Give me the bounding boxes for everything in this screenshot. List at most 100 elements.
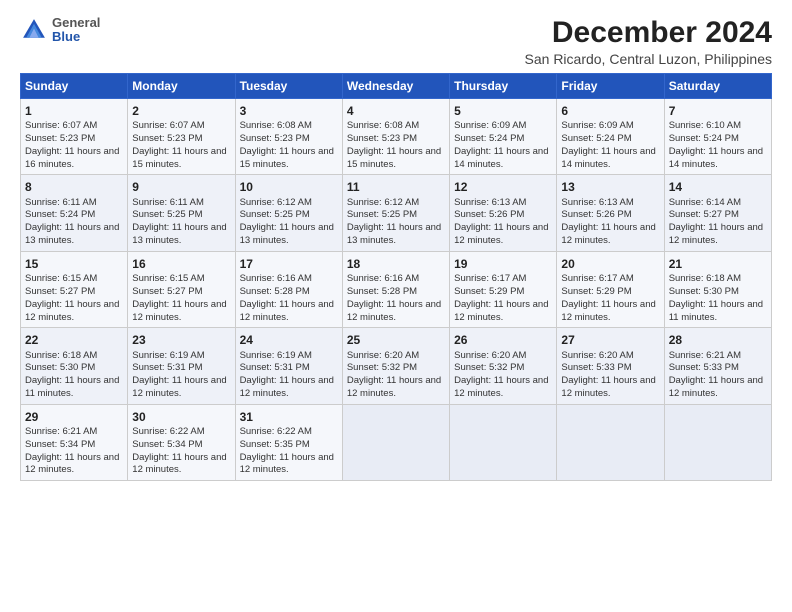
day-info: Sunset: 5:35 PM [240,439,338,452]
page: General Blue December 2024 San Ricardo, … [0,0,792,612]
table-row: 15Sunrise: 6:15 AMSunset: 5:27 PMDayligh… [21,251,128,327]
day-info: Daylight: 11 hours and 12 minutes. [561,299,659,325]
day-info: Sunset: 5:34 PM [25,439,123,452]
day-number: 12 [454,179,552,195]
day-info: Sunrise: 6:13 AM [561,197,659,210]
table-row: 17Sunrise: 6:16 AMSunset: 5:28 PMDayligh… [235,251,342,327]
calendar-week-2: 8 Sunrise: 6:11 AMSunset: 5:24 PM Daylight… [21,175,772,251]
day-number: 15 [25,256,123,272]
day-number: 14 [669,179,767,195]
day-number: 8 [25,179,123,195]
day-info: Sunset: 5:26 PM [561,209,659,222]
day-info: Sunrise: 6:12 AM [347,197,445,210]
day-info: Daylight: 11 hours and 12 minutes. [25,452,123,478]
day-info: Sunrise: 6:07 AM [25,120,123,133]
header: General Blue December 2024 San Ricardo, … [20,16,772,67]
day-number: 17 [240,256,338,272]
table-row: 8Sunrise: 6:11 AMSunset: 5:24 PMDaylight… [21,175,128,251]
day-number: 29 [25,409,123,425]
day-info: Sunset: 5:24 PM [561,133,659,146]
day-info: Sunset: 5:23 PM [347,133,445,146]
day-number: 20 [561,256,659,272]
day-number: 4 [347,103,445,119]
day-info: Daylight: 11 hours and 12 minutes. [454,222,552,248]
day-info: Sunrise: 6:20 AM [454,350,552,363]
day-info: Sunset: 5:23 PM [25,133,123,146]
col-monday: Monday [128,74,235,99]
day-info: Daylight: 11 hours and 12 minutes. [132,452,230,478]
day-info: Daylight: 11 hours and 16 minutes. [25,146,123,172]
day-info: Sunset: 5:27 PM [132,286,230,299]
col-wednesday: Wednesday [342,74,449,99]
day-info: Sunrise: 6:22 AM [240,426,338,439]
day-info: Sunset: 5:24 PM [454,133,552,146]
day-info: Sunset: 5:23 PM [132,133,230,146]
day-number: 28 [669,332,767,348]
day-number: 26 [454,332,552,348]
table-row: 30Sunrise: 6:22 AMSunset: 5:34 PMDayligh… [128,404,235,480]
day-info: Daylight: 11 hours and 12 minutes. [25,299,123,325]
day-info: Sunrise: 6:20 AM [347,350,445,363]
day-info: Sunset: 5:30 PM [25,362,123,375]
table-row: 23Sunrise: 6:19 AMSunset: 5:31 PMDayligh… [128,328,235,404]
day-info: Daylight: 11 hours and 12 minutes. [669,375,767,401]
day-info: Sunset: 5:23 PM [240,133,338,146]
calendar-week-4: 22Sunrise: 6:18 AMSunset: 5:30 PMDayligh… [21,328,772,404]
calendar-table: Sunday Monday Tuesday Wednesday Thursday… [20,73,772,481]
calendar-week-3: 15Sunrise: 6:15 AM Sunset: 5:27 PM Dayligh… [21,251,772,327]
table-row [557,404,664,480]
day-info: Sunrise: 6:12 AM [240,197,338,210]
day-info: Sunrise: 6:19 AM [132,350,230,363]
day-info: Daylight: 11 hours and 15 minutes. [240,146,338,172]
logo-text: General Blue [52,16,100,45]
table-row: 19Sunrise: 6:17 AMSunset: 5:29 PMDayligh… [450,251,557,327]
day-number: 19 [454,256,552,272]
day-info: Daylight: 11 hours and 12 minutes. [669,222,767,248]
day-info: Daylight: 11 hours and 12 minutes. [240,452,338,478]
day-info: Sunrise: 6:17 AM [561,273,659,286]
header-row: Sunday Monday Tuesday Wednesday Thursday… [21,74,772,99]
day-info: Daylight: 11 hours and 15 minutes. [347,146,445,172]
day-info: Sunset: 5:27 PM [669,209,767,222]
day-info: Sunset: 5:28 PM [240,286,338,299]
day-number: 24 [240,332,338,348]
day-info: Sunset: 5:33 PM [669,362,767,375]
day-info: Sunrise: 6:18 AM [25,350,123,363]
day-info: Daylight: 11 hours and 12 minutes. [347,375,445,401]
table-row: 31Sunrise: 6:22 AMSunset: 5:35 PMDayligh… [235,404,342,480]
day-info: Sunset: 5:24 PM [25,209,123,222]
day-number: 2 [132,103,230,119]
day-number: 16 [132,256,230,272]
day-info: Sunset: 5:33 PM [561,362,659,375]
table-row: 25Sunrise: 6:20 AMSunset: 5:32 PMDayligh… [342,328,449,404]
day-number: 31 [240,409,338,425]
day-info: Sunset: 5:26 PM [454,209,552,222]
table-row: 13Sunrise: 6:13 AMSunset: 5:26 PMDayligh… [557,175,664,251]
day-info: Sunset: 5:25 PM [347,209,445,222]
day-number: 9 [132,179,230,195]
table-row: 28Sunrise: 6:21 AMSunset: 5:33 PMDayligh… [664,328,771,404]
day-info: Sunrise: 6:11 AM [25,197,123,210]
subtitle: San Ricardo, Central Luzon, Philippines [525,51,772,67]
day-number: 1 [25,103,123,119]
day-info: Sunrise: 6:15 AM [25,273,123,286]
table-row: 3Sunrise: 6:08 AMSunset: 5:23 PMDaylight… [235,99,342,175]
day-info: Daylight: 11 hours and 12 minutes. [132,375,230,401]
day-number: 11 [347,179,445,195]
table-row: 20Sunrise: 6:17 AMSunset: 5:29 PMDayligh… [557,251,664,327]
day-info: Daylight: 11 hours and 13 minutes. [240,222,338,248]
day-number: 10 [240,179,338,195]
table-row: 14Sunrise: 6:14 AMSunset: 5:27 PMDayligh… [664,175,771,251]
day-info: Sunrise: 6:10 AM [669,120,767,133]
day-info: Sunset: 5:29 PM [561,286,659,299]
day-info: Sunrise: 6:08 AM [240,120,338,133]
table-row: 11Sunrise: 6:12 AMSunset: 5:25 PMDayligh… [342,175,449,251]
table-row: 12Sunrise: 6:13 AMSunset: 5:26 PMDayligh… [450,175,557,251]
day-info: Sunset: 5:34 PM [132,439,230,452]
day-info: Daylight: 11 hours and 11 minutes. [669,299,767,325]
day-info: Sunset: 5:32 PM [454,362,552,375]
logo-general: General [52,16,100,30]
title-block: December 2024 San Ricardo, Central Luzon… [525,16,772,67]
table-row: 2Sunrise: 6:07 AMSunset: 5:23 PMDaylight… [128,99,235,175]
day-number: 7 [669,103,767,119]
